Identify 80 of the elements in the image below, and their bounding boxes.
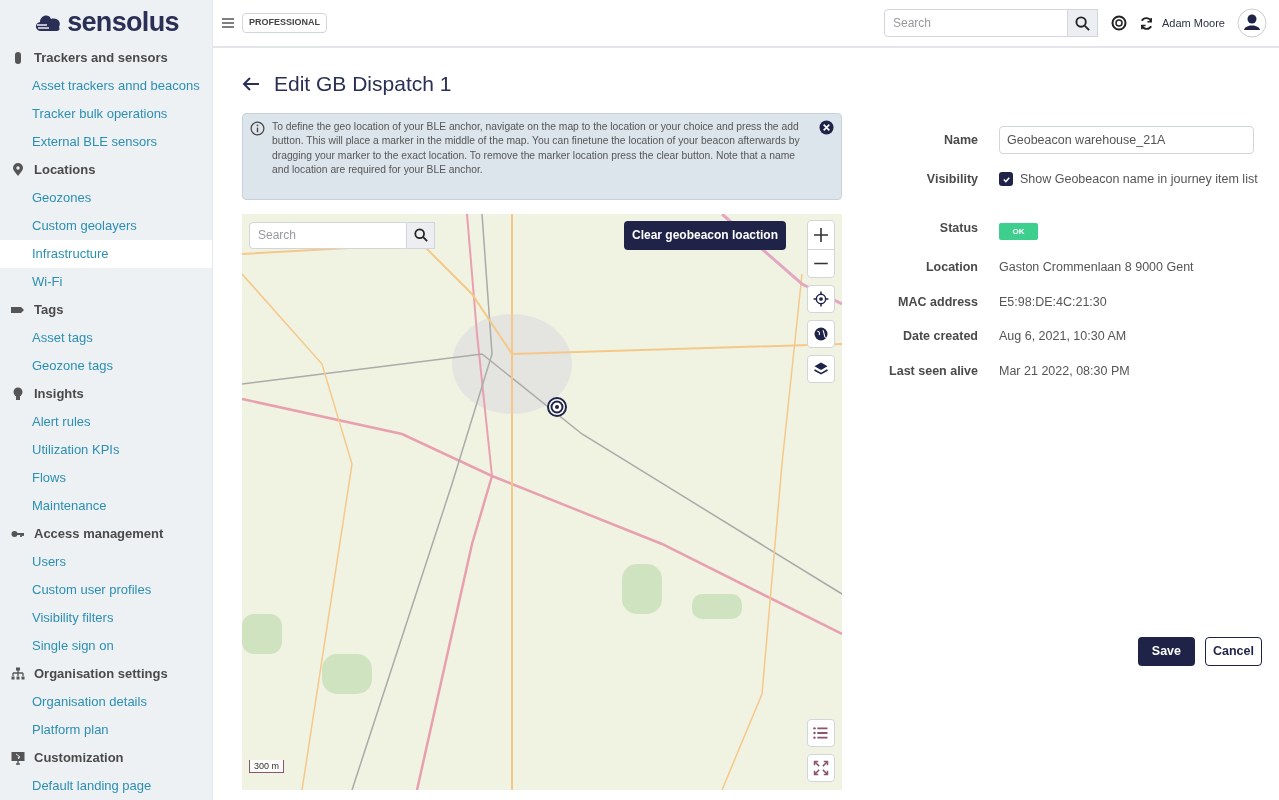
locate-icon[interactable] xyxy=(807,284,835,313)
sidebar-item[interactable]: Geozone tags xyxy=(0,352,212,380)
fullscreen-icon[interactable] xyxy=(807,753,835,782)
sidebar-item[interactable]: Organisation details xyxy=(0,688,212,716)
info-icon xyxy=(250,120,265,136)
brand-name: sensolus xyxy=(67,5,179,39)
org-chart-icon xyxy=(11,667,25,681)
clear-location-button[interactable]: Clear geobeacon loaction xyxy=(624,220,787,250)
search-icon[interactable] xyxy=(1075,15,1090,31)
list-icon[interactable] xyxy=(807,718,835,747)
park-area xyxy=(622,563,662,614)
monitor-icon xyxy=(11,751,25,765)
sidebar-item[interactable]: Geozones xyxy=(0,184,212,212)
sidebar-item[interactable]: Custom geolayers xyxy=(0,212,212,240)
map-pin-icon xyxy=(11,163,25,177)
search-button[interactable] xyxy=(407,221,435,249)
target-marker-icon[interactable] xyxy=(547,396,567,417)
sidebar-section-title: Access management xyxy=(34,525,164,544)
field-label: Last seen alive xyxy=(888,363,978,380)
scale-bar: 300 m xyxy=(249,759,284,773)
close-icon[interactable] xyxy=(819,119,834,135)
search-field[interactable]: Search xyxy=(884,9,1068,37)
field-value: Aug 6, 2021, 10:30 AM xyxy=(999,328,1128,346)
user-name[interactable]: Adam Moore xyxy=(1162,14,1225,32)
search-button[interactable] xyxy=(1068,9,1098,37)
sidebar-item[interactable]: Asset tags xyxy=(0,324,212,352)
sidebar-item[interactable]: Alert rules xyxy=(0,408,212,436)
sidebar-item[interactable]: Platform plan xyxy=(0,716,212,744)
park-area xyxy=(692,593,742,619)
field-value: Gaston Crommenlaan 8 9000 Gent xyxy=(999,258,1195,276)
sidebar-item[interactable]: Maintenance xyxy=(0,492,212,520)
sidebar-item[interactable]: External BLE sensors xyxy=(0,128,212,156)
sidebar-item[interactable]: Visibility filters xyxy=(0,604,212,632)
field-label: MAC address xyxy=(897,293,978,311)
page-title: Edit GB Dispatch 1 xyxy=(274,71,452,97)
plan-badge: PROFESSIONAL xyxy=(242,13,327,33)
sidebar-item[interactable]: Asset trackers annd beacons xyxy=(0,72,212,100)
cancel-button[interactable]: Cancel xyxy=(1205,636,1262,666)
sidebar-section-title: Organisation settings xyxy=(34,665,168,684)
lightbulb-icon xyxy=(11,387,25,401)
sidebar-item[interactable]: Flows xyxy=(0,464,212,492)
layers-icon[interactable] xyxy=(807,354,835,383)
sidebar-section-title: Customization xyxy=(34,749,124,768)
sidebar-section-title: Locations xyxy=(34,161,96,180)
field-value: E5:98:DE:4C:21:30 xyxy=(999,293,1108,311)
sidebar-item[interactable]: Users xyxy=(0,548,212,576)
sidebar-section-title: Insights xyxy=(34,385,84,404)
field-label: Name xyxy=(942,131,978,149)
field-label: Status xyxy=(938,220,978,238)
sidebar-section-title: Trackers and sensors xyxy=(34,49,168,68)
sidebar-item[interactable]: Custom user profiles xyxy=(0,576,212,604)
map[interactable]: Search Clear geobeacon loaction 300 m xyxy=(242,213,842,790)
map-search-field[interactable]: Search xyxy=(249,221,407,249)
sidebar-section-title: Tags xyxy=(34,301,64,320)
menu-icon[interactable] xyxy=(221,17,235,29)
sidebar-item[interactable]: Wi-Fi xyxy=(0,268,212,296)
visibility-checkbox[interactable] xyxy=(999,172,1013,187)
field-label: Location xyxy=(924,258,978,276)
sidebar-item[interactable]: Tracker bulk operations xyxy=(0,100,212,128)
search-icon[interactable] xyxy=(413,228,428,242)
checkbox-label: Show Geobeacon name in journey item list xyxy=(1020,171,1258,188)
sidebar-item[interactable]: Single sign on xyxy=(0,632,212,660)
save-button[interactable]: Save xyxy=(1137,636,1195,666)
name-input[interactable]: Geobeacon warehouse_21A xyxy=(999,126,1254,154)
sidebar-item[interactable]: Utilization KPIs xyxy=(0,436,212,464)
back-arrow-icon[interactable] xyxy=(242,76,260,91)
checkmark-icon xyxy=(1001,174,1011,184)
status-badge: OK xyxy=(999,222,1038,240)
field-label: Visibility xyxy=(925,171,978,188)
field-label: Date created xyxy=(901,328,978,346)
park-area xyxy=(322,653,372,694)
info-text: To define the geo location of your BLE anchor, navigate on the map to the location or your choice and press the add button. This will place a marker in the middle of the map. You can finetune the location of your beacon afterwards by dragging your marker to the exact location. To remove the marker location press the clear button. Note that a name and location are required for your BLE anchor. xyxy=(272,119,801,177)
field-value: Mar 21 2022, 08:30 PM xyxy=(999,363,1131,380)
sidebar-item[interactable]: Infrastructure xyxy=(0,240,212,268)
user-avatar-icon[interactable] xyxy=(1237,8,1267,38)
globe-icon[interactable] xyxy=(807,319,835,348)
park-area xyxy=(242,613,282,654)
sidebar-item[interactable]: Default landing page xyxy=(0,772,212,800)
refresh-icon[interactable] xyxy=(1139,15,1154,31)
help-ring-icon[interactable] xyxy=(1111,15,1127,31)
